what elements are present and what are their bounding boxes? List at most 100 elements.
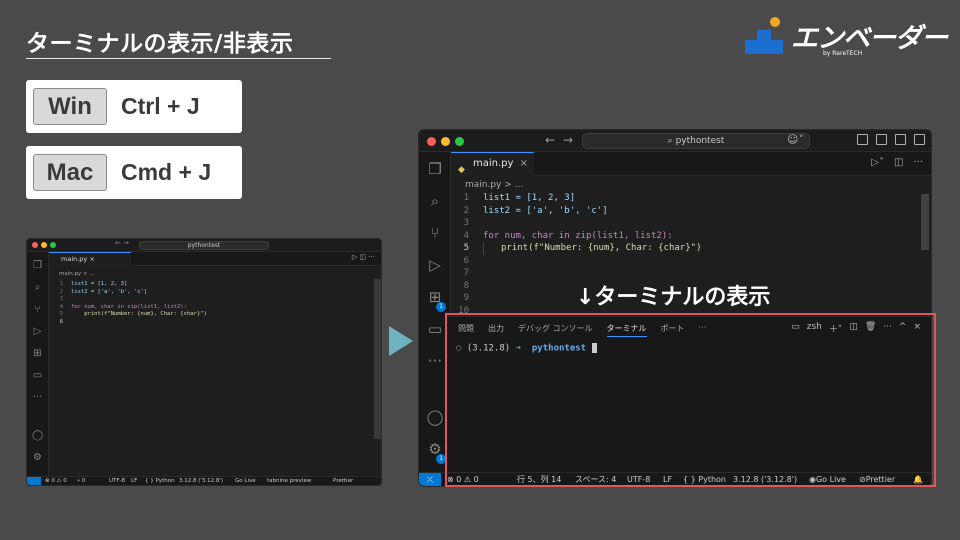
- source-control-icon[interactable]: ⑂: [426, 224, 444, 242]
- close-dot-icon[interactable]: [32, 242, 38, 248]
- split-terminal-icon[interactable]: ◫: [849, 322, 858, 335]
- status-language[interactable]: { } Python: [683, 473, 726, 486]
- toggle-secondary-sidebar-icon[interactable]: [895, 134, 906, 145]
- tab-problems[interactable]: 問題: [458, 323, 474, 337]
- tab-debug-console[interactable]: デバッグ コンソール: [518, 323, 593, 337]
- settings-badge: 1: [436, 454, 446, 464]
- explorer-icon[interactable]: ❐: [32, 260, 43, 271]
- command-center-search[interactable]: ⌕ pythontest: [582, 133, 810, 149]
- more-icon[interactable]: ···: [426, 352, 444, 370]
- transition-arrow-icon: [389, 326, 413, 356]
- nav-arrows-icon[interactable]: ← →: [115, 239, 129, 247]
- tab-label: main.py: [61, 255, 88, 263]
- tab-output[interactable]: 出力: [488, 323, 504, 337]
- kill-terminal-icon[interactable]: 🗑: [865, 322, 876, 335]
- status-tabnine[interactable]: tabnine preview: [267, 477, 311, 485]
- status-bar: ⊗ 0 ⚠ 0 ⑂ 0 UTF-8 LF { } Python 3.12.8 (…: [27, 476, 381, 485]
- source-control-icon[interactable]: ⑂: [32, 304, 43, 315]
- status-prettier[interactable]: Prettier: [333, 477, 353, 485]
- settings-gear-icon[interactable]: ⚙: [32, 452, 43, 463]
- tab-terminal[interactable]: ターミナル: [606, 323, 647, 337]
- search-icon[interactable]: ⌕: [32, 282, 43, 293]
- status-golive[interactable]: ◉ Go Live: [809, 473, 846, 486]
- status-position[interactable]: 行 5、列 14: [517, 473, 561, 486]
- search-label: pythontest: [675, 136, 725, 146]
- status-problems[interactable]: ⊗ 0 ⚠ 0: [447, 473, 479, 486]
- back-arrow-icon[interactable]: ←: [545, 133, 555, 147]
- status-spaces[interactable]: スペース: 4: [575, 473, 616, 486]
- panel-more-tabs[interactable]: ···: [699, 323, 707, 337]
- editor-scrollbar[interactable]: [921, 194, 929, 250]
- status-encoding[interactable]: UTF-8: [109, 477, 125, 485]
- forward-arrow-icon[interactable]: →: [563, 133, 573, 147]
- account-icon[interactable]: ◯: [32, 430, 43, 441]
- remote-indicator-icon[interactable]: [27, 477, 41, 485]
- remote-explorer-icon[interactable]: ▭: [32, 370, 43, 381]
- run-debug-icon[interactable]: ▷: [426, 256, 444, 274]
- maximize-dot-icon[interactable]: [50, 242, 56, 248]
- line-number: 4: [59, 303, 63, 310]
- line-number: 4: [463, 230, 469, 241]
- customize-layout-icon[interactable]: [914, 134, 925, 145]
- tab-main-py[interactable]: main.py ×: [49, 252, 131, 266]
- panel-more-icon[interactable]: ···: [883, 322, 892, 335]
- search-icon[interactable]: ⌕: [426, 192, 444, 210]
- status-prettier[interactable]: ⊘ Prettier: [859, 473, 895, 486]
- status-eol[interactable]: LF: [663, 473, 672, 486]
- code-editor[interactable]: 1 list1 = [1, 2, 3] 2 list2 = ['a', 'b', '…: [49, 281, 371, 326]
- line-number: 1: [59, 281, 63, 287]
- status-language[interactable]: { } Python: [145, 477, 175, 485]
- tab-main-py[interactable]: ◆ main.py ×: [451, 152, 534, 176]
- more-icon[interactable]: ···: [32, 392, 43, 403]
- close-dot-icon[interactable]: [427, 137, 436, 146]
- run-file-icon[interactable]: ▷ ◫ ···: [352, 253, 375, 261]
- more-actions-icon[interactable]: ···: [913, 157, 923, 168]
- close-panel-icon[interactable]: ×: [913, 322, 921, 335]
- status-interpreter[interactable]: 3.12.8 ('3.12.8'): [179, 477, 223, 485]
- editor-scrollbar[interactable]: [374, 279, 381, 439]
- toggle-panel-icon[interactable]: [876, 134, 887, 145]
- line-number: 2: [59, 288, 63, 295]
- status-interpreter[interactable]: 3.12.8 ('3.12.8'): [733, 473, 797, 486]
- new-terminal-icon[interactable]: ＋˅: [829, 322, 843, 335]
- tab-ports[interactable]: ポート: [661, 323, 685, 337]
- toggle-sidebar-icon[interactable]: [857, 134, 868, 145]
- shortcut-card-mac: Mac Cmd + J: [26, 146, 242, 199]
- line-number: 1: [463, 193, 469, 203]
- extensions-icon[interactable]: ⊞: [32, 348, 43, 359]
- maximize-panel-icon[interactable]: ^: [899, 322, 907, 335]
- vscode-window-before: ← → pythontest ❐ ⌕ ⑂ ▷ ⊞ ▭ ··· ◯ ⚙ main.…: [26, 238, 382, 486]
- code-line: list1 = [1, 2, 3]: [71, 281, 128, 287]
- caption-terminal-shown: ↓ターミナルの表示: [576, 285, 771, 310]
- status-problems[interactable]: ⊗ 0 ⚠ 0: [45, 477, 67, 485]
- breadcrumb[interactable]: main.py > ...: [465, 180, 523, 190]
- remote-explorer-icon[interactable]: ▭: [426, 320, 444, 338]
- status-eol[interactable]: LF: [131, 477, 137, 485]
- explorer-icon[interactable]: ❐: [426, 160, 444, 178]
- status-golive[interactable]: Go Live: [235, 477, 256, 485]
- copilot-icon[interactable]: ☺˅: [787, 133, 804, 146]
- line-number: 9: [463, 293, 469, 303]
- status-ports[interactable]: ⑂ 0: [77, 477, 86, 485]
- command-center-search[interactable]: pythontest: [139, 241, 269, 250]
- run-debug-icon[interactable]: ▷: [32, 326, 43, 337]
- editor-tab-bar: main.py × ▷ ◫ ···: [49, 252, 381, 266]
- minimize-dot-icon[interactable]: [441, 137, 450, 146]
- maximize-dot-icon[interactable]: [455, 137, 464, 146]
- shell-name[interactable]: zsh: [807, 322, 822, 335]
- panel-tabs: 問題 出力 デバッグ コンソール ターミナル ポート ···: [458, 323, 706, 337]
- prettier-label: Prettier: [865, 475, 896, 484]
- breadcrumb[interactable]: main.py > ...: [59, 271, 95, 277]
- status-encoding[interactable]: UTF-8: [627, 473, 650, 486]
- run-file-icon[interactable]: ▷˅: [871, 157, 884, 168]
- close-tab-icon[interactable]: ×: [520, 153, 528, 175]
- terminal-output[interactable]: ○ (3.12.8) ➜ pythontest: [456, 343, 597, 354]
- minimize-dot-icon[interactable]: [41, 242, 47, 248]
- notifications-bell-icon[interactable]: 🔔: [913, 473, 923, 486]
- terminal-shell-icon[interactable]: ▭: [791, 322, 800, 335]
- split-editor-icon[interactable]: ◫: [894, 157, 903, 168]
- logo-wordmark: エンベーダー: [791, 23, 948, 54]
- code-line: list1 = [1, 2, 3]: [483, 193, 576, 203]
- remote-indicator-icon[interactable]: ⤫: [419, 473, 441, 486]
- account-icon[interactable]: ◯: [426, 408, 444, 426]
